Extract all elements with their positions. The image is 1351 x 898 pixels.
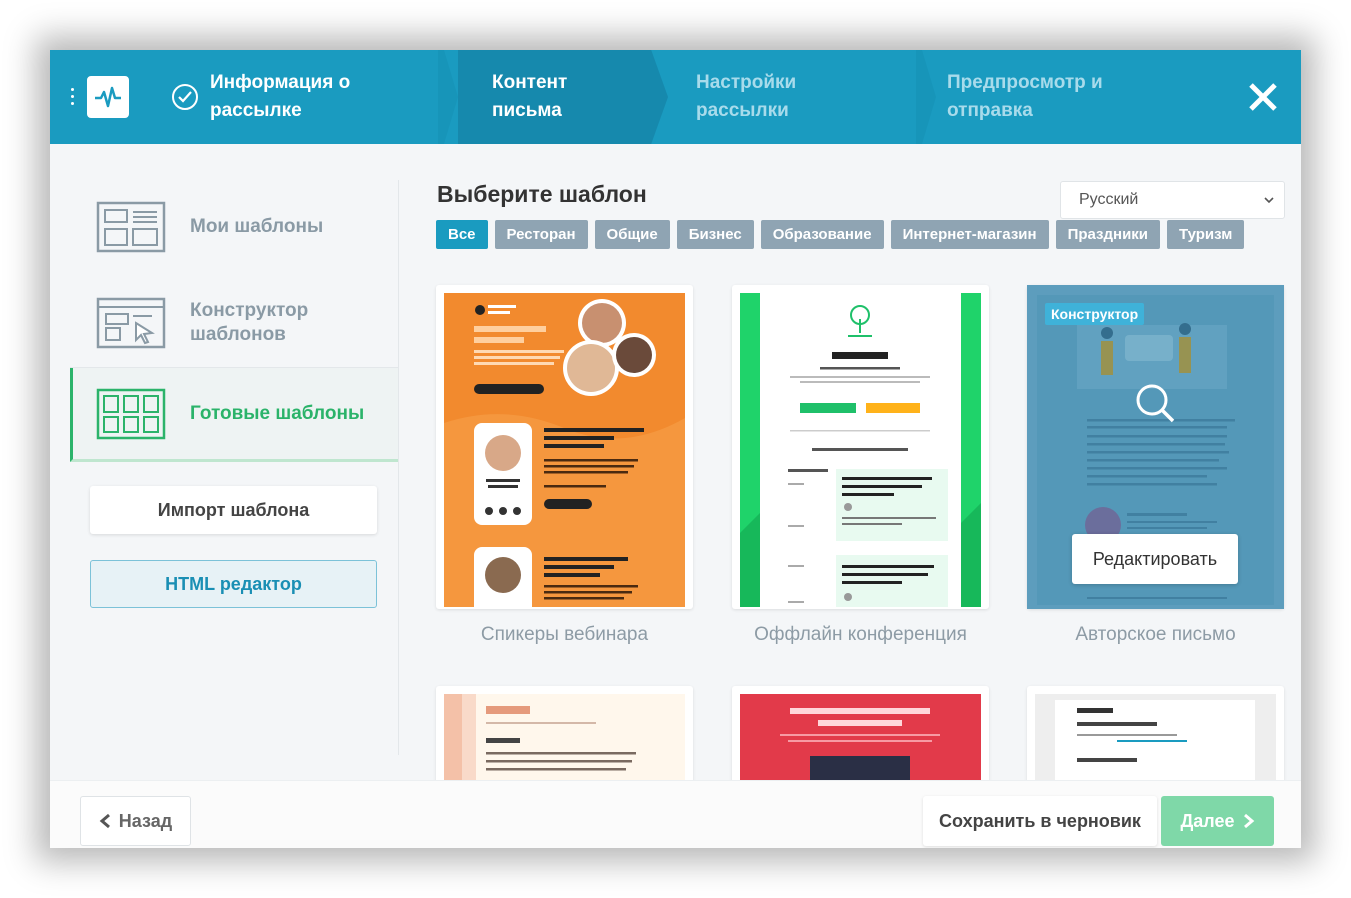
template-card[interactable] [732, 285, 989, 609]
app-logo-icon[interactable] [87, 76, 129, 118]
zoom-icon[interactable] [1133, 381, 1177, 425]
next-button[interactable]: Далее [1161, 796, 1274, 846]
step-separator [916, 50, 936, 144]
sidebar-item-template-builder[interactable]: Конструктор шаблонов [70, 278, 398, 368]
template-card-title: Спикеры вебинара [480, 624, 649, 645]
filter-ecommerce[interactable]: Интернет-магазин [890, 220, 1049, 249]
sidebar-item-ready-templates[interactable]: Готовые шаблоны [70, 368, 398, 462]
chevron-left-icon [99, 813, 110, 829]
step-info-label: Информация о рассылке [210, 72, 351, 121]
template-thumbnail [740, 293, 981, 607]
builder-badge: Конструктор [1045, 303, 1145, 325]
template-card[interactable] [436, 285, 693, 609]
step-info[interactable]: Информация о рассылке [172, 50, 452, 144]
ready-templates-icon [96, 388, 166, 440]
page-title: Выберите шаблон [437, 181, 647, 207]
step-settings[interactable]: Настройки рассылки [696, 50, 916, 144]
template-card[interactable] [1027, 686, 1284, 786]
sidebar-item-label: Конструктор шаблонов [190, 299, 309, 345]
filter-holidays[interactable]: Праздники [1055, 220, 1161, 249]
template-card[interactable] [436, 686, 693, 786]
next-button-label: Далее [1180, 810, 1235, 831]
language-select[interactable]: Русский [1060, 181, 1285, 219]
filter-education[interactable]: Образование [760, 220, 884, 249]
sidebar-divider [398, 180, 399, 755]
step-settings-label: Настройки рассылки [696, 72, 797, 121]
filter-general[interactable]: Общие [594, 220, 670, 249]
chevron-down-icon [1264, 197, 1274, 204]
step-preview-label: Предпросмотр и отправка [947, 72, 1103, 121]
check-circle-icon [172, 84, 198, 110]
step-content-label: Контент письма [492, 72, 568, 121]
filter-business[interactable]: Бизнес [676, 220, 754, 249]
filter-restaurant[interactable]: Ресторан [494, 220, 588, 249]
wizard-footer: Назад Сохранить в черновик Далее [50, 780, 1301, 848]
edit-template-button[interactable]: Редактировать [1072, 534, 1238, 584]
wizard-header: Информация о рассылке Контент письма Нас… [50, 50, 1301, 144]
step-separator [438, 50, 458, 144]
mailing-wizard-window: Информация о рассылке Контент письма Нас… [50, 50, 1301, 848]
category-filters: Все Ресторан Общие Бизнес Образование Ин… [436, 220, 1245, 249]
sidebar-item-label: Мои шаблоны [190, 216, 324, 237]
sidebar-item-my-templates[interactable]: Мои шаблоны [70, 184, 398, 270]
html-editor-button[interactable]: HTML редактор [90, 560, 377, 608]
menu-dots-icon[interactable] [70, 88, 76, 110]
language-select-value: Русский [1079, 191, 1139, 208]
filter-tourism[interactable]: Туризм [1167, 220, 1245, 249]
template-card-title: Оффлайн конференция [754, 624, 967, 645]
template-card[interactable] [732, 686, 989, 786]
my-templates-icon [96, 201, 166, 253]
import-template-button[interactable]: Импорт шаблона [90, 486, 377, 534]
chevron-right-icon [1243, 813, 1254, 829]
template-card-title: Авторское письмо [1075, 624, 1236, 645]
template-thumbnail [444, 293, 685, 607]
back-button[interactable]: Назад [80, 796, 191, 846]
template-builder-icon [96, 297, 166, 349]
template-card[interactable]: Конструктор Редактировать [1027, 285, 1284, 609]
close-icon[interactable] [1246, 80, 1280, 114]
filter-all[interactable]: Все [436, 220, 488, 249]
step-preview[interactable]: Предпросмотр и отправка [947, 50, 1187, 144]
step-content[interactable]: Контент письма [492, 50, 642, 144]
back-button-label: Назад [118, 810, 173, 831]
sidebar-item-label: Готовые шаблоны [190, 402, 365, 424]
save-draft-button[interactable]: Сохранить в черновик [923, 796, 1157, 846]
